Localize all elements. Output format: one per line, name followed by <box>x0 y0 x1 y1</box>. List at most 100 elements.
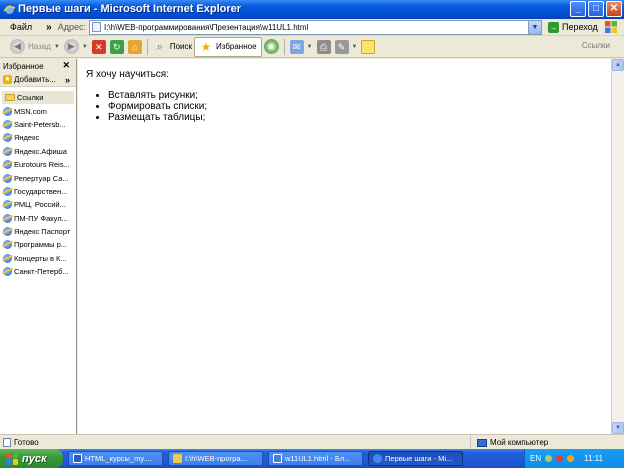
refresh-icon: ↻ <box>109 39 124 54</box>
ie-page-icon <box>3 200 12 210</box>
back-label: Назад <box>28 42 51 51</box>
menu-more-chevron[interactable]: » <box>46 22 52 33</box>
favorite-folder-links[interactable]: Ссылки <box>2 91 74 105</box>
window-title: Первые шаги - Microsoft Internet Explore… <box>18 3 242 15</box>
forward-button[interactable]: ▶ ▼ <box>62 37 90 57</box>
messenger-button[interactable] <box>359 37 377 57</box>
edit-dropdown-icon[interactable]: ▼ <box>352 44 358 50</box>
ie-page-icon <box>3 160 12 170</box>
title-bar[interactable]: Первые шаги - Microsoft Internet Explore… <box>0 0 624 19</box>
favorites-button[interactable]: ★ Избранное <box>194 36 262 57</box>
word-icon <box>73 454 82 463</box>
back-arrow-icon: ◀ <box>10 39 25 54</box>
favorites-list: Ссылки MSN.com Saint-Petersb... Яндекс Я… <box>0 91 76 278</box>
my-computer-icon <box>477 438 487 447</box>
address-input[interactable]: I:\h\WEB-программирования\Презентация\w1… <box>88 19 529 35</box>
clock: 11:11 <box>584 454 603 463</box>
favorite-item[interactable]: Яндекс <box>0 131 76 144</box>
list-item: Размещать таблицы; <box>108 112 611 123</box>
favorites-more-chevron[interactable]: » <box>65 75 70 85</box>
go-arrow-icon: → <box>547 21 559 33</box>
zone-label: Мой компьютер <box>490 438 549 447</box>
go-button[interactable]: → Переход <box>547 21 598 33</box>
language-indicator[interactable]: EN <box>530 454 541 463</box>
antivirus-icon[interactable] <box>556 455 564 462</box>
windows-flag-icon <box>605 21 617 33</box>
favorite-item[interactable]: Яндекс.Афиша <box>0 145 76 158</box>
ie-page-icon <box>3 240 12 250</box>
search-button[interactable]: ⌕ Поиск <box>151 37 194 57</box>
folder-icon <box>173 454 182 463</box>
tray-app-icon[interactable] <box>567 455 575 462</box>
home-button[interactable]: ⌂ <box>126 37 144 57</box>
start-button[interactable]: пуск <box>0 449 63 468</box>
close-button[interactable]: ✕ <box>606 1 622 17</box>
refresh-button[interactable]: ↻ <box>108 37 126 57</box>
scroll-up-icon[interactable]: ▲ <box>612 59 624 71</box>
favorite-item[interactable]: MSN.com <box>0 104 76 117</box>
task-label: HTML_курсы_my.... <box>85 454 152 463</box>
favorites-label: Избранное <box>216 42 257 51</box>
go-label: Переход <box>561 22 598 32</box>
minimize-button[interactable]: _ <box>570 1 586 17</box>
favorite-label: Яндекс <box>14 133 40 143</box>
standard-toolbar: ◀ Назад ▼ ▶ ▼ ✕ ↻ ⌂ ⌕ Поиск ★ Избранное … <box>0 36 624 58</box>
mail-dropdown-icon[interactable]: ▼ <box>307 44 313 50</box>
media-button[interactable]: ◉ <box>262 37 281 57</box>
taskbar: пуск HTML_курсы_my.... I:\h\WEB-програ..… <box>0 449 624 468</box>
vertical-scrollbar[interactable]: ▲ ▼ <box>611 59 624 434</box>
favorite-item[interactable]: Репертуар Са... <box>0 171 76 184</box>
favorite-item[interactable]: Государствен... <box>0 185 76 198</box>
menu-file[interactable]: Файл <box>10 22 32 32</box>
back-dropdown-icon[interactable]: ▼ <box>54 44 60 50</box>
security-zone: Мой компьютер <box>470 436 624 449</box>
start-label: пуск <box>22 452 47 465</box>
add-star-icon: ★ <box>3 75 12 84</box>
favorite-label: Программы р... <box>14 240 68 250</box>
favorite-item[interactable]: Яндекс Паспорт <box>0 225 76 238</box>
favorite-item[interactable]: Eurotours Reis... <box>0 158 76 171</box>
forward-dropdown-icon[interactable]: ▼ <box>82 44 88 50</box>
ie-page-icon <box>3 267 12 277</box>
taskbar-item[interactable]: HTML_курсы_my.... <box>68 451 163 466</box>
favorite-item[interactable]: Концерты в К... <box>0 252 76 265</box>
favorite-item[interactable]: РМЦ. Россий... <box>0 198 76 211</box>
print-button[interactable]: ⎙ <box>315 37 333 57</box>
taskbar-item[interactable]: I:\h\WEB-програ... <box>168 451 263 466</box>
taskbar-item[interactable]: w11UL1.html - Бл... <box>268 451 363 466</box>
note-icon <box>361 39 376 54</box>
forward-arrow-icon: ▶ <box>63 39 79 54</box>
search-label: Поиск <box>169 42 192 51</box>
list-item: Формировать списки; <box>108 101 611 112</box>
mail-button[interactable]: ✉ ▼ <box>288 37 315 57</box>
favorite-item[interactable]: Программы р... <box>0 238 76 251</box>
system-tray: EN 11:11 <box>524 449 624 468</box>
tray-app-icon[interactable] <box>545 455 553 462</box>
scroll-down-icon[interactable]: ▼ <box>612 422 624 434</box>
address-label: Адрес: <box>57 22 86 32</box>
task-label: Первые шаги - Mi... <box>385 454 453 463</box>
stop-button[interactable]: ✕ <box>90 37 108 57</box>
favorite-label: Яндекс.Афиша <box>14 146 67 156</box>
ie-page-icon <box>3 186 12 196</box>
maximize-button[interactable]: □ <box>588 1 604 17</box>
favorite-item[interactable]: Saint-Petersb... <box>0 118 76 131</box>
stop-icon: ✕ <box>91 39 106 54</box>
favorites-panel-close-icon[interactable]: ✕ <box>62 60 70 71</box>
favorite-item[interactable]: Санкт-Петерб... <box>0 265 76 278</box>
ie-page-icon <box>3 173 12 183</box>
favorite-label: Государствен... <box>14 186 68 196</box>
taskbar-item-active[interactable]: Первые шаги - Mi... <box>368 451 463 466</box>
favorites-panel: Избранное ✕ ★ Добавить... » Ссылки MSN.c… <box>0 59 77 434</box>
mail-icon: ✉ <box>289 39 304 54</box>
edit-icon: ✎ <box>334 39 349 54</box>
address-value: I:\h\WEB-программирования\Презентация\w1… <box>103 22 309 32</box>
back-button[interactable]: ◀ Назад ▼ <box>8 37 62 57</box>
address-dropdown-icon[interactable]: ▼ <box>528 19 542 35</box>
menu-address-bar: Файл » Адрес: I:\h\WEB-программирования\… <box>0 19 624 36</box>
links-button[interactable]: Ссылки <box>582 41 610 50</box>
favorite-item[interactable]: ПМ-ПУ Факул... <box>0 212 76 225</box>
windows-logo-icon <box>6 452 18 465</box>
edit-button[interactable]: ✎ ▼ <box>333 37 360 57</box>
favorite-label: Ссылки <box>17 93 44 103</box>
